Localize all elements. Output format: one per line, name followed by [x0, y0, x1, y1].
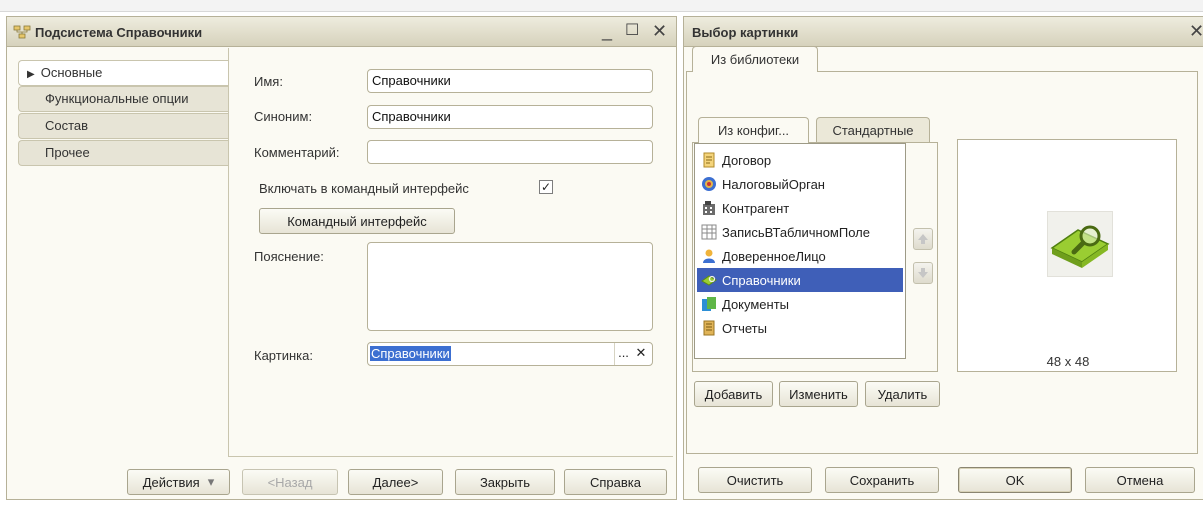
synonym-label: Синоним:	[254, 109, 313, 124]
active-marker-icon: ▶	[27, 69, 35, 80]
window-title: Выбор картинки	[692, 25, 799, 40]
desktop-top-strip	[0, 0, 1203, 12]
picture-preview: 48 x 48	[957, 139, 1177, 372]
catalog-book-icon	[701, 275, 717, 286]
document-icon	[703, 152, 715, 168]
emblem-icon	[702, 177, 716, 191]
list-item-label: ЗаписьВТабличномПоле	[722, 224, 870, 240]
nav-item-composition[interactable]: Состав	[18, 113, 228, 139]
delete-button[interactable]: Удалить	[865, 381, 940, 407]
arrow-up-icon	[918, 234, 928, 244]
actions-button[interactable]: Действия ▾	[127, 469, 230, 495]
documents-icon	[702, 297, 716, 311]
list-item[interactable]: Договор	[697, 148, 903, 172]
ok-button[interactable]: OK	[958, 467, 1072, 493]
preview-image-frame	[1047, 211, 1113, 277]
basic-properties-panel: Имя: Справочники Синоним: Справочники Ко…	[228, 48, 673, 457]
list-item[interactable]: Документы	[697, 292, 903, 316]
subsystem-window-titlebar[interactable]: Подсистема Справочники _ ☐ ✕	[7, 17, 676, 47]
explanation-label: Пояснение:	[254, 249, 324, 264]
nav-item-other[interactable]: Прочее	[18, 140, 228, 166]
list-item-label: Контрагент	[722, 200, 790, 216]
synonym-input[interactable]: Справочники	[367, 105, 653, 129]
list-item-label: НалоговыйОрган	[722, 176, 825, 192]
picture-select-button[interactable]: ...	[614, 343, 632, 365]
arrow-down-icon	[918, 268, 928, 278]
clear-button[interactable]: Очистить	[698, 467, 812, 493]
move-up-button[interactable]	[913, 228, 933, 250]
next-button[interactable]: Далее>	[348, 469, 443, 495]
nav-item-label: Состав	[45, 118, 89, 133]
subsystem-icon	[13, 25, 31, 39]
edit-button[interactable]: Изменить	[779, 381, 858, 407]
picture-window-titlebar[interactable]: Выбор картинки ✕	[684, 17, 1203, 47]
list-item[interactable]: Справочники	[697, 268, 903, 292]
list-item-label: Договор	[722, 152, 772, 168]
explanation-textarea[interactable]	[367, 242, 653, 331]
include-in-interface-checkbox[interactable]: ✓	[539, 180, 553, 194]
tab-standard[interactable]: Стандартные	[816, 117, 930, 143]
picture-input-value: Справочники	[370, 346, 451, 361]
help-button[interactable]: Справка	[564, 469, 667, 495]
list-item-label: Справочники	[722, 272, 801, 288]
subsystem-window: Подсистема Справочники _ ☐ ✕ ▶ Основные Ф…	[6, 16, 677, 500]
list-item-label: Документы	[722, 296, 790, 312]
catalog-book-magnifier-icon	[1050, 225, 1110, 268]
list-item[interactable]: ЗаписьВТабличномПоле	[697, 220, 903, 244]
table-icon	[701, 224, 717, 240]
minimize-icon[interactable]: _	[602, 21, 612, 41]
list-item[interactable]: Отчеты	[697, 316, 903, 340]
section-nav: ▶ Основные Функциональные опции Состав Пр…	[7, 48, 228, 499]
list-item-label: Отчеты	[722, 320, 767, 336]
nav-item-label: Функциональные опции	[45, 91, 189, 106]
picture-input[interactable]: Справочники ... ✕	[367, 342, 653, 366]
actions-label: Действия	[142, 474, 200, 490]
list-item[interactable]: ДоверенноеЛицо	[697, 244, 903, 268]
add-button[interactable]: Добавить	[694, 381, 773, 407]
nav-item-basic[interactable]: ▶ Основные	[18, 60, 228, 86]
maximize-icon[interactable]: ☐	[625, 21, 639, 41]
list-item[interactable]: НалоговыйОрган	[697, 172, 903, 196]
picture-clear-icon[interactable]: ✕	[632, 343, 650, 365]
person-icon	[703, 249, 715, 263]
cancel-button[interactable]: Отмена	[1085, 467, 1195, 493]
name-label: Имя:	[254, 74, 283, 89]
save-button[interactable]: Сохранить	[825, 467, 939, 493]
list-item[interactable]: Контрагент	[697, 196, 903, 220]
picture-label: Картинка:	[254, 348, 313, 363]
building-icon	[703, 201, 715, 215]
tab-library[interactable]: Из библиотеки	[692, 46, 818, 72]
command-interface-button[interactable]: Командный интерфейс	[259, 208, 455, 234]
nav-item-functional-options[interactable]: Функциональные опции	[18, 86, 228, 112]
comment-label: Комментарий:	[254, 145, 340, 160]
preview-size-label: 48 x 48	[1046, 354, 1090, 369]
close-button[interactable]: Закрыть	[455, 469, 555, 495]
move-down-button[interactable]	[913, 262, 933, 284]
nav-item-label: Прочее	[45, 145, 90, 160]
back-button[interactable]: <Назад	[242, 469, 338, 495]
tab-from-configuration[interactable]: Из конфиг...	[698, 117, 809, 143]
name-input[interactable]: Справочники	[367, 69, 653, 93]
close-icon[interactable]: ✕	[1189, 21, 1203, 41]
close-icon[interactable]: ✕	[652, 21, 667, 41]
nav-item-label: Основные	[40, 65, 103, 80]
comment-input[interactable]	[367, 140, 653, 164]
list-item-label: ДоверенноеЛицо	[722, 248, 826, 264]
reports-icon	[703, 320, 715, 336]
include-in-interface-label: Включать в командный интерфейс	[259, 181, 469, 196]
window-title: Подсистема Справочники	[35, 25, 203, 40]
chevron-down-icon: ▾	[207, 474, 215, 489]
picture-list[interactable]: Договор НалоговыйОрган Контрагент Запись…	[694, 143, 906, 359]
